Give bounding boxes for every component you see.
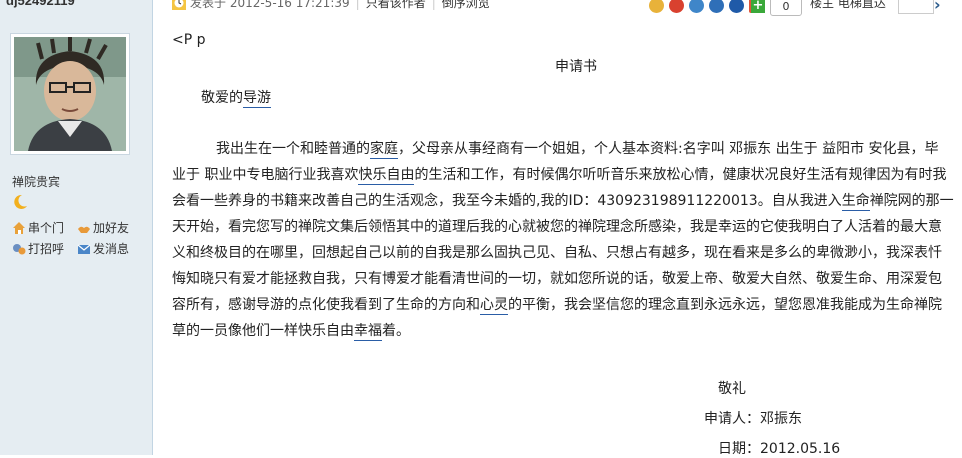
clock-icon (172, 0, 186, 10)
share-count: 0 (770, 0, 802, 16)
plus-icon[interactable]: + (751, 0, 765, 13)
greeting: 敬爱的导游 (201, 87, 271, 108)
greet-icon (12, 242, 26, 256)
text-span: 业于 职业中专电脑行业我喜欢 (172, 167, 359, 183)
applicant-line: 申请人：邓振东 (704, 411, 802, 427)
text-span: 会看一些养身的书籍来改善自己的生活观念，我至今未婚的,我的ID：43092319… (172, 193, 842, 209)
author-sidebar: dj52492119 禅院贵宾 串个门 加好友 打招呼 发消息 (0, 0, 153, 455)
floor-label: 楼主 电梯直达 (810, 0, 886, 10)
share-icon-1[interactable] (649, 0, 664, 13)
date-line: 日期：2012.05.16 (718, 441, 841, 457)
keyword-link[interactable]: 快乐自由 (358, 167, 415, 185)
add-friend-label: 加好友 (93, 221, 130, 235)
envelope-icon (77, 242, 91, 256)
text-span: 的生活和工作，有时候偶尔听听音乐来放松心情，健康状况良好生活有规律因为有时我 (414, 167, 947, 183)
divider: | (431, 0, 436, 10)
paragraph-line-6: 悔知晓只有爱才能拯救自我，只有博爱才能看清世间的一切，就如您所说的话，敬爱上帝、… (172, 271, 942, 287)
visit-button[interactable]: 串个门 (12, 219, 64, 236)
divider: | (355, 0, 360, 10)
only-author-link[interactable]: 只看该作者 (366, 0, 426, 11)
avatar-image (14, 37, 126, 151)
share-icon-2[interactable] (669, 0, 684, 13)
share-icon-4[interactable] (709, 0, 724, 13)
keyword-link[interactable]: 幸福 (354, 323, 382, 341)
post-content: <P p 申请书 敬爱的导游 我出生在一个和睦普通的家庭，父母亲从事经商有一个姐… (152, 20, 962, 457)
text-span: 草的一员像他们一样快乐自由 (172, 323, 354, 339)
reverse-order-link[interactable]: 倒序浏览 (442, 0, 490, 11)
text-span: 我出生在一个和睦普通的 (216, 141, 370, 157)
text-span: ，父母亲从事经商有一个姐姐，个人基本资料:名字叫 邓振东 出生于 益阳市 安化县… (398, 141, 939, 157)
floor-jump-input[interactable] (898, 0, 934, 14)
text-span: 容所有，感谢导游的点化使我看到了生命的方向和 (172, 297, 480, 313)
code-fragment: <P p (172, 32, 206, 48)
chevron-right-icon[interactable]: › (934, 0, 941, 14)
user-group-title[interactable]: 禅院贵宾 (12, 173, 60, 190)
keyword-link[interactable]: 生命 (841, 193, 870, 211)
greet-button[interactable]: 打招呼 (12, 240, 64, 257)
visit-label: 串个门 (28, 221, 65, 235)
house-icon (12, 221, 26, 235)
post-meta: 发表于 2012-5-16 17:21:39 | 只看该作者 | 倒序浏览 (172, 0, 490, 11)
keyword-link[interactable]: 家庭 (370, 141, 398, 159)
greet-label: 打招呼 (28, 242, 65, 256)
paragraph-line-4: 天开始，看完您写的禅院文集后领悟其中的道理后我的心就被您的禅院理念所感染，我是幸… (172, 219, 942, 235)
renren-icon[interactable] (729, 0, 744, 13)
keyword-link[interactable]: 心灵 (480, 297, 508, 315)
send-message-button[interactable]: 发消息 (77, 240, 129, 257)
paragraph-line-2: 业于 职业中专电脑行业我喜欢快乐自由的生活和工作，有时候偶尔听听音乐来放松心情，… (172, 164, 947, 185)
paragraph-line-8: 草的一员像他们一样快乐自由幸福着。 (172, 320, 410, 341)
text-span: 禅院网的那一 (869, 193, 954, 209)
post-toolbar: 发表于 2012-5-16 17:21:39 | 只看该作者 | 倒序浏览 + … (152, 0, 962, 16)
post-title: 申请书 (555, 59, 597, 75)
post-timestamp: 发表于 2012-5-16 17:21:39 (190, 0, 350, 10)
paragraph-line-5: 义和终极目的在哪里，回想起自己以前的自我是那么固执己见、自私、只想占有越多，现在… (172, 245, 942, 261)
greeting-prefix: 敬爱的 (201, 90, 243, 106)
paragraph-line-7: 容所有，感谢导游的点化使我看到了生命的方向和心灵的平衡，我会坚信您的理念直到永远… (172, 294, 942, 315)
paragraph-line-3: 会看一些养身的书籍来改善自己的生活观念，我至今未婚的,我的ID：43092319… (172, 190, 954, 211)
author-username[interactable]: dj52492119 (6, 0, 75, 8)
add-friend-button[interactable]: 加好友 (77, 219, 129, 236)
text-span: 着。 (382, 323, 410, 339)
moon-icon (14, 194, 27, 209)
keyword-link[interactable]: 导游 (243, 90, 271, 108)
handshake-icon (77, 221, 91, 235)
text-span: 的平衡，我会坚信您的理念直到永远永远，望您恩准我能成为生命禅院 (508, 297, 942, 313)
send-message-label: 发消息 (93, 242, 130, 256)
share-icon-3[interactable] (689, 0, 704, 13)
paragraph-line-1: 我出生在一个和睦普通的家庭，父母亲从事经商有一个姐姐，个人基本资料:名字叫 邓振… (216, 138, 939, 159)
closing-salute: 敬礼 (718, 381, 746, 397)
avatar[interactable] (10, 33, 130, 155)
